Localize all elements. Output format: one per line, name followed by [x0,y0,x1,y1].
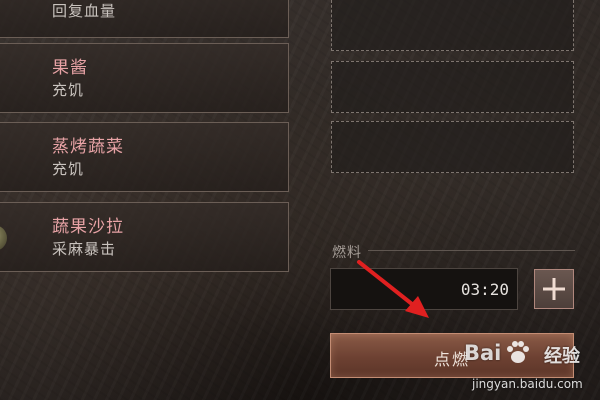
add-fuel-button[interactable] [534,269,574,309]
ingredient-slot[interactable] [331,121,574,173]
recipe-effect: 充饥 [52,160,85,178]
recipe-name: 蒸烤蔬菜 [52,137,124,157]
red-arrow-icon [357,260,429,318]
fuel-time: 03:20 [460,280,509,299]
divider [368,250,575,251]
recipe-item-fruit-salad[interactable]: 蔬果沙拉 采麻暴击 [0,202,289,272]
recipe-thumbnail-icon [0,225,7,251]
recipe-name: 蔬果沙拉 [52,217,124,237]
watermark-logo-text: Bai [464,341,502,365]
watermark-url: jingyan.baidu.com [472,377,583,391]
baidu-watermark: Bai 经验 jingyan.baidu.com [460,333,600,400]
recipe-item[interactable]: 回复血量 [0,0,289,38]
watermark-brand: 经验 [544,346,580,367]
ingredient-slot[interactable] [331,0,574,51]
recipe-effect: 采麻暴击 [52,240,117,258]
recipe-effect: 充饥 [52,81,85,99]
paw-icon [507,341,529,363]
recipe-item-jam[interactable]: 果酱 充饥 [0,43,289,113]
recipe-item-steamed-vegetables[interactable]: 蒸烤蔬菜 充饥 [0,122,289,192]
ingredient-slot[interactable] [331,61,574,113]
recipe-effect: 回复血量 [52,2,117,20]
plus-icon [543,278,565,300]
recipe-name: 果酱 [52,58,88,78]
